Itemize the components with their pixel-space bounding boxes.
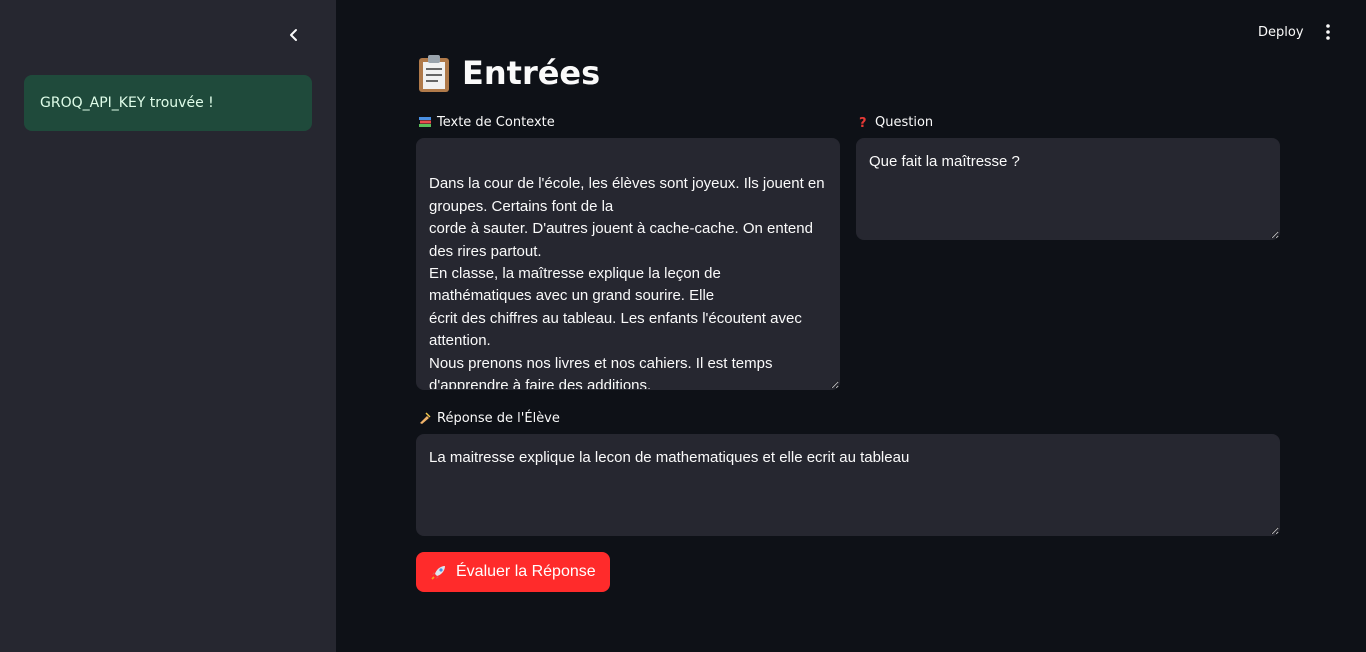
question-mark-icon: ? bbox=[859, 116, 867, 129]
answer-textarea[interactable] bbox=[416, 434, 1280, 536]
question-label-text: Question bbox=[875, 114, 934, 130]
deploy-button[interactable]: Deploy bbox=[1250, 18, 1312, 46]
app-root: GROQ_API_KEY trouvée ! Deploy Entrées Te… bbox=[0, 0, 1366, 652]
writing-hand-icon bbox=[420, 412, 431, 424]
main-menu-button[interactable] bbox=[1316, 20, 1340, 44]
context-label-text: Texte de Contexte bbox=[437, 114, 555, 130]
api-key-success-alert: GROQ_API_KEY trouvée ! bbox=[24, 75, 312, 131]
answer-label: Réponse de l'Élève bbox=[418, 409, 560, 427]
question-label: ? Question bbox=[856, 113, 933, 131]
page-title-text: Entrées bbox=[462, 54, 601, 92]
sidebar: GROQ_API_KEY trouvée ! bbox=[0, 0, 336, 652]
evaluate-button[interactable]: Évaluer la Réponse bbox=[416, 552, 610, 592]
alert-text: GROQ_API_KEY trouvée ! bbox=[40, 95, 214, 111]
kebab-menu-icon bbox=[1326, 24, 1330, 40]
question-textarea[interactable] bbox=[856, 138, 1280, 240]
collapse-sidebar-button[interactable] bbox=[282, 23, 306, 47]
evaluate-button-label: Évaluer la Réponse bbox=[456, 563, 596, 580]
context-textarea[interactable] bbox=[416, 138, 840, 390]
svg-text:?: ? bbox=[859, 116, 867, 129]
books-icon bbox=[419, 117, 431, 127]
answer-label-text: Réponse de l'Élève bbox=[437, 410, 560, 426]
chevron-left-icon bbox=[290, 29, 297, 41]
rocket-icon bbox=[431, 566, 445, 580]
page-title: Entrées bbox=[416, 50, 600, 96]
context-label: Texte de Contexte bbox=[418, 113, 555, 131]
clipboard-icon bbox=[419, 55, 449, 92]
